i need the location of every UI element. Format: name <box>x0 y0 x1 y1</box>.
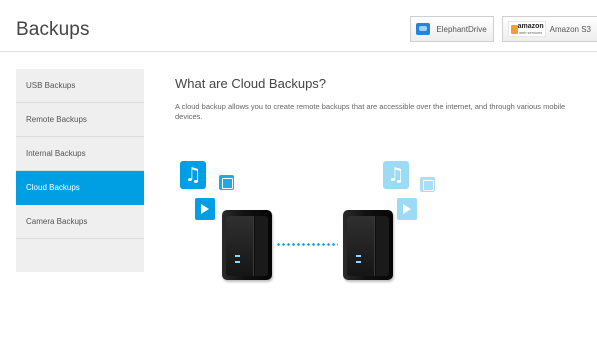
content-heading: What are Cloud Backups? <box>175 76 327 91</box>
video-icon <box>397 198 417 220</box>
cloud-provider-tabs: ElephantDrive amazon web services Amazon… <box>401 16 597 42</box>
dotted-link-icon <box>276 243 338 246</box>
nas-drive-bay <box>376 216 389 276</box>
amazon-s3-label: Amazon S3 <box>549 24 591 34</box>
sidebar-item-internal-backups[interactable]: Internal Backups <box>16 137 144 171</box>
nas-status-light <box>235 255 240 257</box>
aws-logo-sub: web services <box>519 30 543 35</box>
nas-drive-bay <box>255 216 268 276</box>
elephantdrive-label: ElephantDrive <box>436 24 487 34</box>
page-title: Backups <box>16 19 90 40</box>
photo-icon <box>219 175 234 190</box>
nas-drive-bay <box>226 216 254 276</box>
nas-device-icon <box>343 210 393 280</box>
sidebar-item-camera-backups[interactable]: Camera Backups <box>16 205 144 239</box>
nas-device-icon <box>222 210 272 280</box>
elephantdrive-logo-icon <box>416 23 431 35</box>
music-note-icon: ♫ <box>180 161 206 189</box>
sidebar-item-usb-backups[interactable]: USB Backups <box>16 69 144 103</box>
nas-status-light <box>356 255 361 257</box>
nas-status-light <box>356 261 361 263</box>
amazon-web-services-logo-icon: amazon web services <box>507 21 546 37</box>
aws-cubes-icon <box>510 25 518 34</box>
sidebar: USB Backups Remote Backups Internal Back… <box>16 69 144 272</box>
nas-status-light <box>235 261 240 263</box>
sidebar-item-cloud-backups[interactable]: Cloud Backups <box>16 171 144 205</box>
nas-drive-bay <box>347 216 375 276</box>
header: Backups ElephantDrive amazon web service… <box>0 0 597 52</box>
sidebar-item-remote-backups[interactable]: Remote Backups <box>16 103 144 137</box>
content-description: A cloud backup allows you to create remo… <box>175 102 566 121</box>
elephantdrive-tab[interactable]: ElephantDrive <box>410 16 494 42</box>
video-icon <box>195 198 215 220</box>
aws-logo-word: amazon <box>517 23 544 30</box>
amazon-s3-tab[interactable]: amazon web services Amazon S3 <box>501 16 597 42</box>
music-note-icon: ♫ <box>383 161 409 189</box>
photo-icon <box>420 177 435 192</box>
